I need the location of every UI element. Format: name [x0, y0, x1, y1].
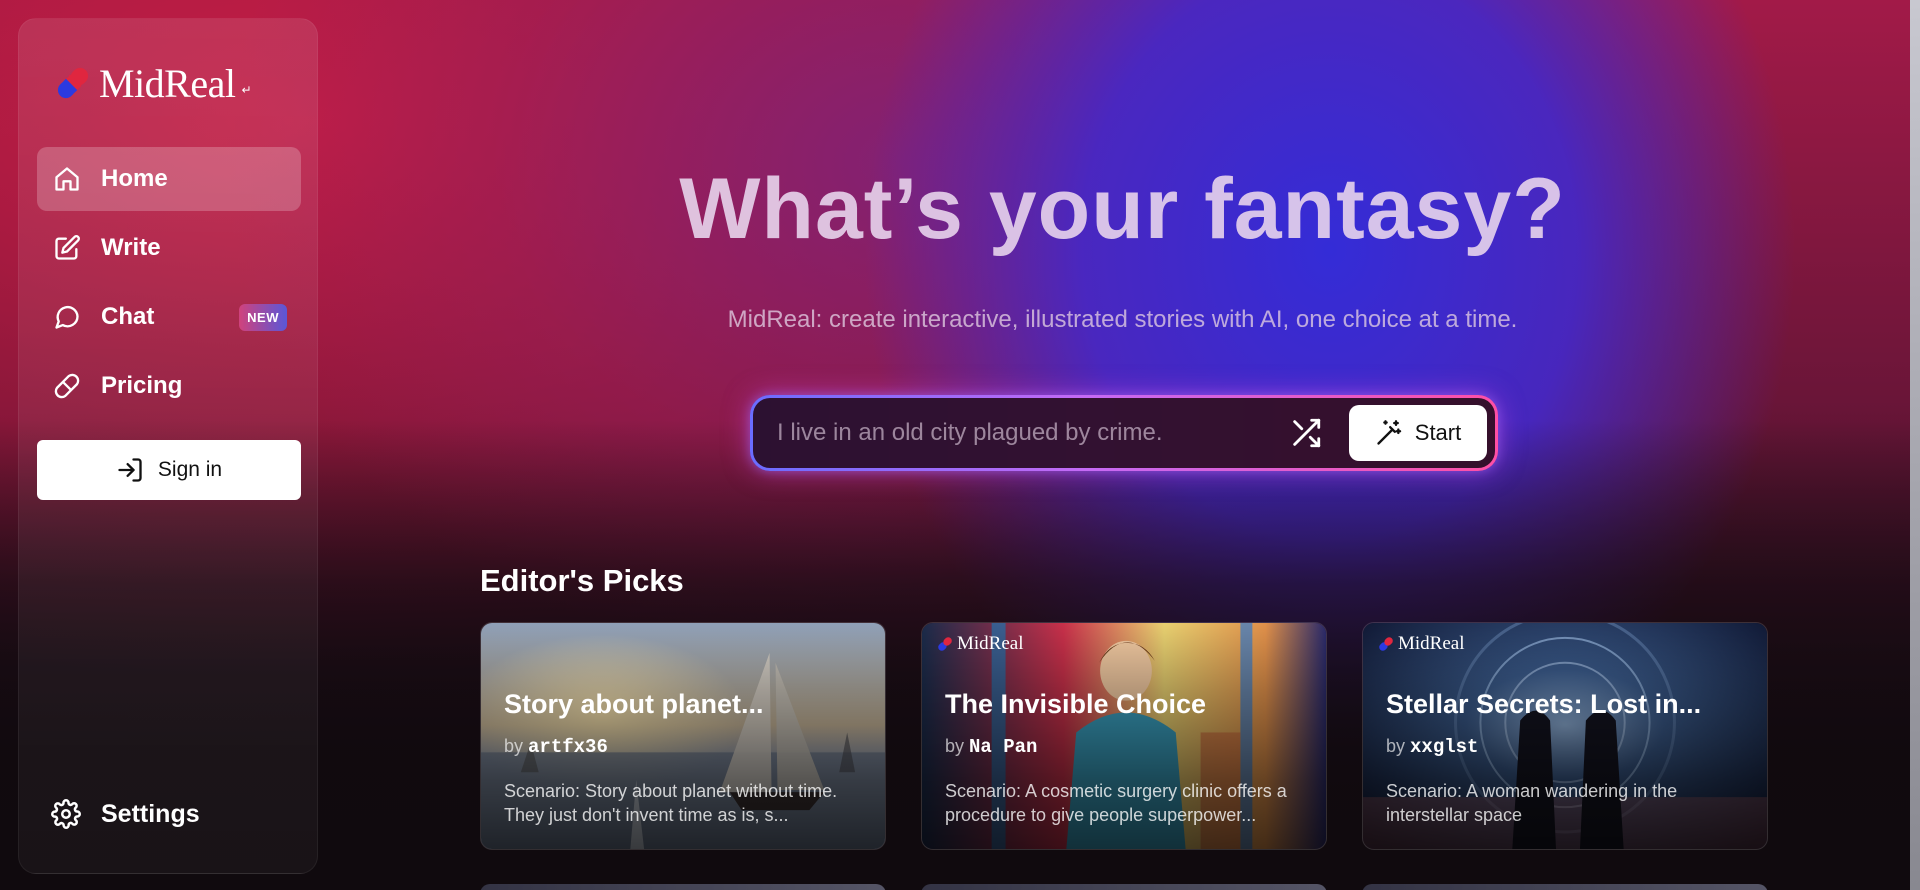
- card-description: Scenario: A cosmetic surgery clinic offe…: [945, 781, 1287, 825]
- card-brand-watermark: MidReal: [1377, 633, 1465, 655]
- settings-button[interactable]: Settings: [51, 799, 200, 829]
- card-byline: by artfx36: [504, 736, 608, 758]
- gear-icon: [51, 799, 81, 829]
- story-card[interactable]: MidReal Stellar Secrets: Lost in... by x…: [1362, 622, 1768, 850]
- start-label: Start: [1414, 420, 1462, 445]
- sign-in-label: Sign in: [157, 458, 223, 481]
- logo-superscript: ↵: [241, 83, 252, 97]
- editors-picks-title: Editor's Picks: [480, 563, 684, 598]
- by-label: by: [504, 736, 524, 756]
- card-author[interactable]: xxglst: [1410, 736, 1478, 758]
- story-prompt-inner: Start: [753, 398, 1495, 468]
- card-brand-text: MidReal: [957, 633, 1024, 654]
- sidebar-item-label: Write: [101, 234, 161, 261]
- edit-icon: [55, 235, 80, 260]
- logo-text: MidReal: [99, 60, 236, 106]
- logo-pill-icon: [1379, 637, 1393, 651]
- by-label: by: [945, 736, 965, 756]
- card-description: Scenario: Story about planet without tim…: [504, 781, 838, 825]
- sidebar-item-write[interactable]: Write: [37, 216, 301, 280]
- by-label: by: [1386, 736, 1406, 756]
- pill-icon: [54, 373, 80, 399]
- magic-wand-icon: [1377, 420, 1402, 445]
- card-author[interactable]: artfx36: [528, 736, 608, 758]
- hero-subtitle: MidReal: create interactive, illustrated…: [727, 306, 1518, 333]
- story-card-next-row[interactable]: [921, 884, 1327, 890]
- sidebar-item-label: Pricing: [101, 372, 183, 399]
- sidebar-item-label: Home: [101, 165, 168, 192]
- card-title: Stellar Secrets: Lost in...: [1386, 689, 1702, 719]
- story-card-next-row[interactable]: [1362, 884, 1768, 890]
- logo[interactable]: MidReal ↵: [53, 57, 252, 109]
- logo-pill-icon: [938, 637, 952, 651]
- card-brand-text: MidReal: [1398, 633, 1465, 654]
- scrollbar[interactable]: [1910, 0, 1920, 890]
- log-in-icon: [118, 458, 142, 482]
- card-title: Story about planet...: [504, 689, 764, 719]
- card-brand-watermark: MidReal: [936, 633, 1024, 655]
- start-button[interactable]: Start: [1349, 405, 1487, 461]
- logo-pill-icon: [57, 67, 89, 99]
- card-byline: by Na Pan: [945, 736, 1037, 758]
- sidebar-item-label: Chat: [101, 303, 155, 330]
- settings-label: Settings: [101, 799, 200, 828]
- new-badge: NEW: [239, 303, 287, 331]
- story-prompt-input[interactable]: [777, 419, 1289, 447]
- story-card[interactable]: MidReal The Invisible Choice by Na Pan S…: [921, 622, 1327, 850]
- sidebar-nav: Home Write Chat NEW Pricing: [37, 147, 301, 423]
- story-card-next-row[interactable]: [480, 884, 886, 890]
- sidebar: MidReal ↵ Home Write Chat NEW Pricing Si…: [18, 18, 318, 874]
- story-card[interactable]: Story about planet... by artfx36 Scenari…: [480, 622, 886, 850]
- hero-title: What’s your fantasy?: [679, 161, 1566, 257]
- card-title: The Invisible Choice: [945, 689, 1207, 719]
- sign-in-button[interactable]: Sign in: [37, 440, 301, 500]
- home-icon: [55, 167, 79, 191]
- card-author[interactable]: Na Pan: [969, 736, 1037, 758]
- card-description: Scenario: A woman wandering in the inter…: [1386, 781, 1678, 825]
- sidebar-item-chat[interactable]: Chat NEW: [37, 285, 301, 349]
- shuffle-icon[interactable]: [1289, 416, 1323, 450]
- sidebar-item-home[interactable]: Home: [37, 147, 301, 211]
- story-prompt-box: Start: [750, 395, 1498, 471]
- sidebar-item-pricing[interactable]: Pricing: [37, 354, 301, 418]
- card-byline: by xxglst: [1386, 736, 1478, 758]
- chat-bubble-icon: [55, 305, 79, 329]
